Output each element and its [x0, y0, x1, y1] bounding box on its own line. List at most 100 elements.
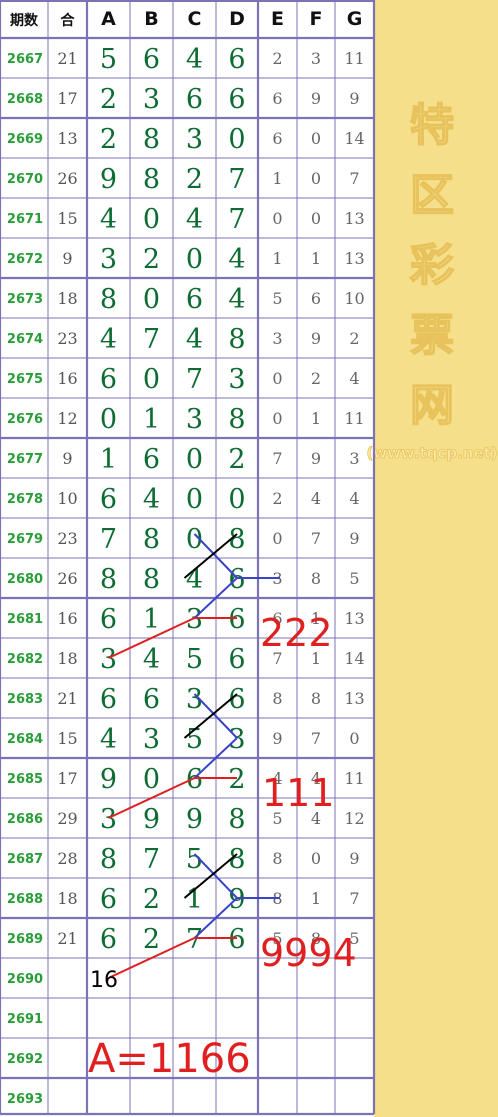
stat-cell: 1: [311, 889, 321, 908]
stat-cell: 1: [272, 249, 282, 268]
sum-cell: 18: [57, 649, 77, 668]
digit-cell: 2: [228, 764, 245, 795]
digit-cell: 4: [186, 204, 203, 235]
stat-cell: 3: [311, 49, 321, 68]
stat-cell: 11: [344, 409, 364, 428]
stat-cell: 13: [344, 209, 364, 228]
digit-cell: 4: [100, 724, 117, 755]
digit-cell: 8: [143, 124, 160, 155]
sum-cell: 21: [57, 49, 77, 68]
digit-cell: 2: [143, 884, 160, 915]
sum-cell: 12: [57, 409, 77, 428]
digit-cell: 1: [143, 604, 160, 635]
digit-cell: 6: [186, 284, 203, 315]
digit-cell: 6: [100, 684, 117, 715]
digit-cell: 3: [143, 84, 160, 115]
period-cell: 2683: [7, 692, 43, 707]
digit-cell: 2: [100, 84, 117, 115]
sum-cell: 9: [62, 249, 72, 268]
stat-cell: 7: [272, 449, 282, 468]
digit-cell: 3: [100, 644, 117, 675]
digit-cell: 7: [143, 844, 160, 875]
digit-cell: 8: [228, 804, 245, 835]
stat-cell: 14: [344, 129, 364, 148]
digit-cell: 1: [100, 444, 117, 475]
column-header: 合: [61, 12, 76, 29]
stat-cell: 9: [311, 329, 321, 348]
digit-cell: 3: [228, 364, 245, 395]
stat-cell: 9: [311, 89, 321, 108]
digit-cell: 6: [228, 644, 245, 675]
period-cell: 2689: [7, 932, 43, 947]
digit-cell: 6: [100, 484, 117, 515]
stat-cell: 1: [272, 169, 282, 188]
stat-cell: 1: [311, 409, 321, 428]
digit-cell: 9: [228, 884, 245, 915]
digit-cell: 6: [186, 764, 203, 795]
digit-cell: 0: [143, 284, 160, 315]
digit-cell: 0: [186, 244, 203, 275]
stat-cell: 8: [311, 689, 321, 708]
period-cell: 2681: [7, 612, 43, 627]
stat-cell: 13: [344, 249, 364, 268]
digit-cell: 6: [228, 924, 245, 955]
stat-cell: 6: [272, 129, 282, 148]
period-cell: 2674: [7, 332, 43, 347]
sum-cell: 23: [57, 329, 77, 348]
digit-cell: 6: [143, 444, 160, 475]
period-cell: 2671: [7, 212, 43, 227]
stat-cell: 0: [311, 209, 321, 228]
sum-cell: 26: [57, 169, 77, 188]
sum-cell: 28: [57, 849, 77, 868]
digit-cell: 3: [186, 124, 203, 155]
digit-cell: 6: [228, 604, 245, 635]
period-cell: 2668: [7, 92, 43, 107]
digit-cell: 6: [228, 564, 245, 595]
period-cell: 2682: [7, 652, 43, 667]
stat-cell: 8: [311, 569, 321, 588]
digit-cell: 9: [100, 164, 117, 195]
digit-cell: 0: [228, 124, 245, 155]
column-header: 期数: [10, 12, 39, 29]
digit-cell: 4: [228, 284, 245, 315]
stat-cell: 0: [311, 129, 321, 148]
stat-cell: 12: [344, 809, 364, 828]
watermark-char: 区: [410, 170, 454, 221]
sum-cell: 21: [57, 929, 77, 948]
sum-cell: 17: [57, 89, 77, 108]
digit-cell: 4: [100, 204, 117, 235]
digit-cell: 7: [100, 524, 117, 555]
stat-cell: 4: [349, 369, 359, 388]
column-header: D: [229, 8, 245, 30]
stat-cell: 0: [311, 849, 321, 868]
period-cell: 2667: [7, 52, 43, 67]
column-header: C: [188, 8, 202, 30]
formula-label: A=1166: [88, 1036, 251, 1082]
sum-cell: 18: [57, 889, 77, 908]
digit-cell: 1: [143, 404, 160, 435]
sum-cell: 9: [62, 449, 72, 468]
period-cell: 2676: [7, 412, 43, 427]
digit-cell: 3: [143, 724, 160, 755]
column-header: G: [347, 8, 363, 30]
digit-cell: 0: [186, 484, 203, 515]
digit-cell: 7: [186, 364, 203, 395]
digit-cell: 0: [100, 404, 117, 435]
digit-cell: 0: [228, 484, 245, 515]
digit-cell: 4: [186, 44, 203, 75]
digit-cell: 8: [100, 564, 117, 595]
stat-cell: 2: [272, 489, 282, 508]
period-cell: 2673: [7, 292, 43, 307]
stat-cell: 11: [344, 769, 364, 788]
column-header: B: [144, 8, 158, 30]
stat-cell: 0: [272, 369, 282, 388]
sum-cell: 16: [57, 369, 77, 388]
stat-cell: 13: [344, 609, 364, 628]
stat-cell: 4: [349, 489, 359, 508]
stat-cell: 0: [311, 169, 321, 188]
stat-cell: 0: [272, 209, 282, 228]
annotation-9994: 9994: [260, 931, 357, 975]
period-cell: 2679: [7, 532, 43, 547]
digit-cell: 2: [186, 164, 203, 195]
digit-cell: 0: [186, 444, 203, 475]
